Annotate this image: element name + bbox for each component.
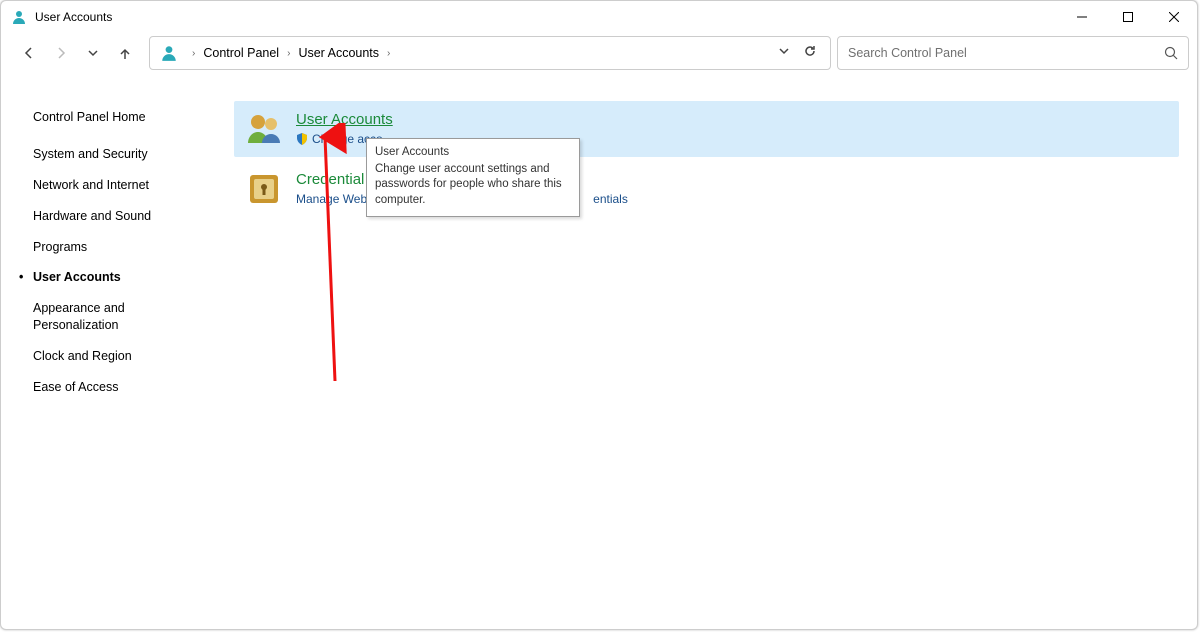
- search-input[interactable]: [848, 46, 1164, 60]
- window-title: User Accounts: [35, 10, 112, 24]
- title-bar: User Accounts: [1, 1, 1197, 33]
- main-panel: User Accounts Change acco: [216, 81, 1197, 629]
- user-accounts-category-icon: [244, 109, 284, 149]
- sidebar-item-ease-of-access[interactable]: Ease of Access: [33, 379, 193, 396]
- user-icon: [160, 44, 178, 62]
- up-button[interactable]: [117, 45, 133, 61]
- chevron-right-icon[interactable]: ›: [281, 48, 296, 59]
- sub-manage-windows-credentials[interactable]: entials: [593, 192, 628, 206]
- sidebar-item-hardware-sound[interactable]: Hardware and Sound: [33, 208, 193, 225]
- address-dropdown[interactable]: [778, 44, 790, 62]
- sidebar-item-clock-region[interactable]: Clock and Region: [33, 348, 193, 365]
- sidebar-item-home[interactable]: Control Panel Home: [33, 109, 193, 126]
- back-button[interactable]: [21, 45, 37, 61]
- refresh-button[interactable]: [804, 44, 816, 62]
- sidebar-item-appearance[interactable]: Appearance and Personalization: [33, 300, 193, 334]
- forward-button[interactable]: [53, 45, 69, 61]
- credential-manager-icon: [244, 169, 284, 209]
- maximize-button[interactable]: [1105, 1, 1151, 33]
- window-frame: User Accounts › Control Panel › User Acc…: [0, 0, 1198, 630]
- tooltip: User Accounts Change user account settin…: [366, 138, 580, 217]
- window-controls: [1059, 1, 1197, 33]
- search-box[interactable]: [837, 36, 1189, 70]
- sidebar-item-network-internet[interactable]: Network and Internet: [33, 177, 193, 194]
- shield-icon: [296, 133, 308, 145]
- sidebar-item-programs[interactable]: Programs: [33, 239, 193, 256]
- sidebar: Control Panel Home System and Security N…: [1, 81, 216, 629]
- close-button[interactable]: [1151, 1, 1197, 33]
- tooltip-title: User Accounts: [375, 145, 571, 161]
- search-icon[interactable]: [1164, 46, 1178, 60]
- address-box[interactable]: › Control Panel › User Accounts ›: [149, 36, 831, 70]
- content-area: Control Panel Home System and Security N…: [1, 81, 1197, 629]
- tooltip-body: Change user account settings and passwor…: [375, 162, 571, 209]
- sidebar-item-user-accounts[interactable]: User Accounts: [33, 269, 193, 286]
- sidebar-item-system-security[interactable]: System and Security: [33, 146, 193, 163]
- chevron-right-icon[interactable]: ›: [381, 48, 396, 59]
- sub-label-right: entials: [593, 192, 628, 206]
- category-title[interactable]: User Accounts: [296, 111, 393, 128]
- breadcrumb-current[interactable]: User Accounts: [296, 46, 381, 60]
- chevron-right-icon[interactable]: ›: [186, 48, 201, 59]
- user-accounts-app-icon: [11, 9, 27, 25]
- nav-buttons: [9, 45, 143, 61]
- breadcrumb-root[interactable]: Control Panel: [201, 46, 281, 60]
- recent-dropdown[interactable]: [85, 45, 101, 61]
- minimize-button[interactable]: [1059, 1, 1105, 33]
- address-bar-row: › Control Panel › User Accounts ›: [1, 33, 1197, 73]
